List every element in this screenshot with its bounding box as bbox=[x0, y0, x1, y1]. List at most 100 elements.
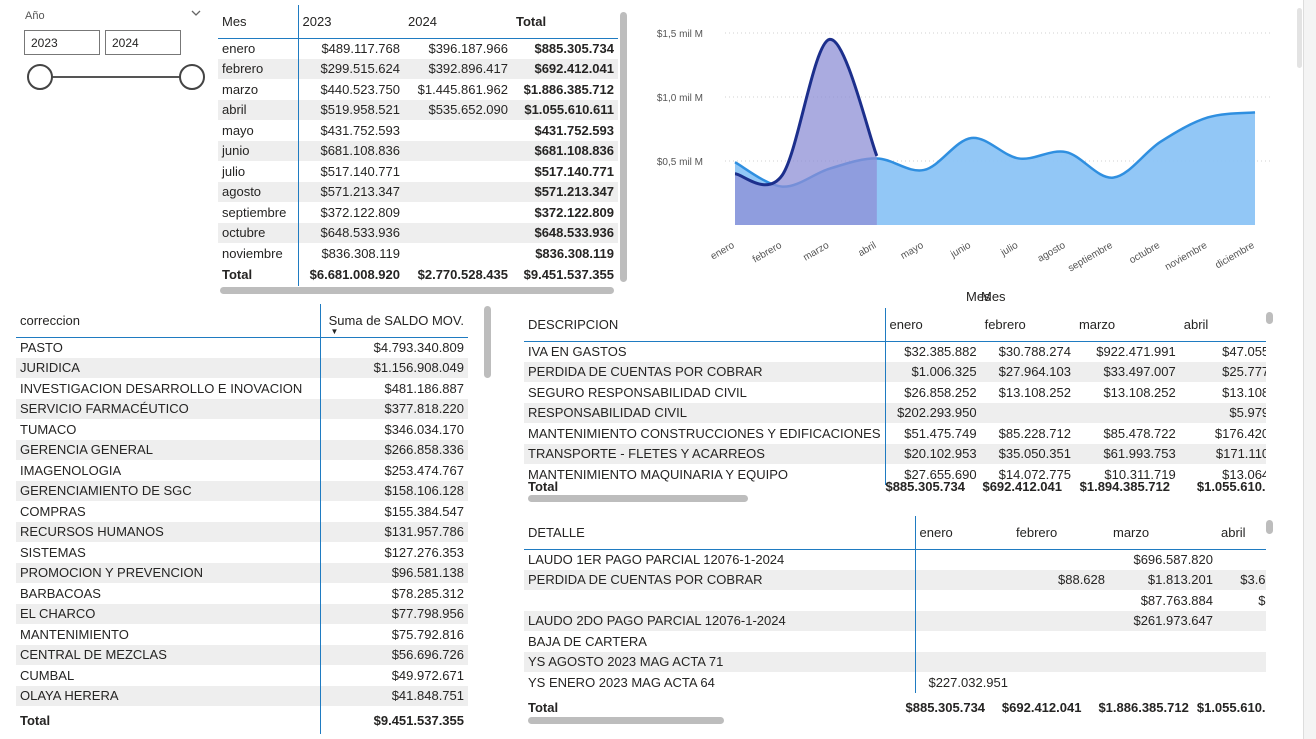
table-row[interactable]: COMPRAS $155.384.547 bbox=[16, 501, 468, 522]
row-total: $431.752.593 bbox=[534, 122, 614, 138]
month-table-h-scrollbar[interactable] bbox=[220, 287, 614, 294]
table-row[interactable]: BARBACOAS $78.285.312 bbox=[16, 583, 468, 604]
col-header-descripcion[interactable]: DESCRIPCION bbox=[524, 308, 886, 342]
row-cell: $176.420.9 bbox=[1214, 425, 1266, 441]
year-to-input[interactable]: 2024 bbox=[105, 30, 181, 55]
correccion-v-scrollbar[interactable] bbox=[484, 306, 491, 378]
row-correccion: MANTENIMIENTO bbox=[16, 624, 321, 645]
descripcion-v-scrollbar[interactable] bbox=[1266, 312, 1273, 324]
y-tick-label: $1,0 mil M bbox=[657, 93, 703, 104]
detalle-v-scrollbar[interactable] bbox=[1266, 520, 1273, 534]
table-row[interactable]: GERENCIA GENERAL $266.858.336 bbox=[16, 439, 468, 460]
col-header-2024[interactable]: 2024 bbox=[404, 5, 512, 39]
col-header-2023[interactable]: 2023 bbox=[298, 5, 404, 39]
table-row[interactable]: RESPONSABILIDAD CIVIL$202.293.950 $5.979.… bbox=[524, 402, 1266, 423]
table-row[interactable]: PROMOCION Y PREVENCION $96.581.138 bbox=[16, 562, 468, 583]
table-row[interactable]: RECURSOS HUMANOS $131.957.786 bbox=[16, 521, 468, 542]
slider-start-handle[interactable] bbox=[27, 64, 53, 90]
row-cell: $13.108.2 bbox=[1222, 384, 1266, 400]
detalle-h-scrollbar[interactable] bbox=[528, 717, 724, 724]
row-cell bbox=[915, 569, 1012, 590]
row-month: abril bbox=[218, 99, 299, 120]
row-cell: $87.763.884 bbox=[1140, 592, 1213, 608]
year-from-input[interactable]: 2023 bbox=[24, 30, 100, 55]
year-slider-track[interactable] bbox=[40, 76, 192, 78]
table-row[interactable]: MANTENIMIENTO $75.792.816 bbox=[16, 624, 468, 645]
table-row[interactable]: INVESTIGACION DESARROLLO E INOVACION $481… bbox=[16, 378, 468, 399]
col-header-marzo[interactable]: marzo bbox=[1074, 308, 1180, 342]
row-saldo: $56.696.726 bbox=[320, 644, 468, 665]
table-row[interactable]: junio $681.108.836 $681.108.836 bbox=[218, 140, 618, 161]
row-total: $571.213.347 bbox=[512, 181, 618, 202]
table-row[interactable]: PERDIDA DE CUENTAS POR COBRAR $88.628 $1.8… bbox=[524, 569, 1266, 590]
table-row[interactable]: YS ENERO 2023 MAG ACTA 64 $227.032.951 bbox=[524, 672, 1266, 693]
table-row[interactable]: enero $489.117.768 $396.187.966 $885.305.73… bbox=[218, 38, 618, 59]
table-row[interactable]: SEGURO RESPONSABILIDAD CIVIL $26.858.252 $… bbox=[524, 382, 1266, 403]
table-row[interactable]: noviembre $836.308.119 $836.308.119 bbox=[218, 243, 618, 264]
row-month: junio bbox=[218, 140, 299, 161]
col-header-abril[interactable]: abril bbox=[1217, 516, 1266, 550]
table-row[interactable]: MANTENIMIENTO CONSTRUCCIONES Y EDIFICACI… bbox=[524, 423, 1266, 444]
table-row[interactable]: $87.763.884 $16 bbox=[524, 590, 1266, 611]
table-row[interactable]: mayo $431.752.593 $431.752.593 bbox=[218, 120, 618, 141]
table-row[interactable]: julio $517.140.771 $517.140.771 bbox=[218, 161, 618, 182]
chart-scrollbar[interactable] bbox=[1297, 8, 1302, 68]
table-row[interactable]: BAJA DE CARTERA bbox=[524, 631, 1266, 652]
table-row[interactable]: septiembre $372.122.809 $372.122.809 bbox=[218, 202, 618, 223]
table-row[interactable]: LAUDO 1ER PAGO PARCIAL 12076-1-2024 $696.… bbox=[524, 549, 1266, 570]
descripcion-h-scrollbar[interactable] bbox=[528, 495, 748, 502]
sort-desc-icon[interactable]: ▼ bbox=[331, 327, 339, 336]
col-header-abril[interactable]: abril bbox=[1179, 308, 1266, 342]
total-cell: $692.412.041 bbox=[1001, 699, 1082, 715]
month-table-v-scrollbar[interactable] bbox=[620, 12, 627, 282]
table-row[interactable]: CUMBAL $49.972.671 bbox=[16, 665, 468, 686]
table-row[interactable]: marzo $440.523.750 $1.445.861.962 $1.886.38… bbox=[218, 79, 618, 100]
row-cell: $1.006.325 bbox=[885, 361, 981, 382]
slider-end-handle[interactable] bbox=[179, 64, 205, 90]
table-row[interactable]: IVA EN GASTOS $32.385.882 $30.788.274 $922.… bbox=[524, 341, 1266, 362]
table-row[interactable]: EL CHARCO $77.798.956 bbox=[16, 603, 468, 624]
table-row[interactable]: YS AGOSTO 2023 MAG ACTA 71 bbox=[524, 651, 1266, 672]
row-cell bbox=[1217, 631, 1266, 652]
table-row[interactable]: PERDIDA DE CUENTAS POR COBRAR $1.006.325 $… bbox=[524, 361, 1266, 382]
col-header-febrero[interactable]: febrero bbox=[980, 308, 1075, 342]
col-header-correccion[interactable]: correccion bbox=[16, 304, 321, 338]
row-cell: $3.632 bbox=[1217, 569, 1266, 590]
row-saldo: $41.848.751 bbox=[320, 685, 468, 706]
col-header-saldo[interactable]: Suma de SALDO MOV. ▼ bbox=[320, 304, 468, 338]
table-row[interactable]: OLAYA HERERA $41.848.751 bbox=[16, 685, 468, 706]
table-row[interactable]: LAUDO 2DO PAGO PARCIAL 12076-1-2024 $261.… bbox=[524, 610, 1266, 631]
table-row[interactable]: SISTEMAS $127.276.353 bbox=[16, 542, 468, 563]
table-row[interactable]: TRANSPORTE - FLETES Y ACARREOS $20.102.95… bbox=[524, 443, 1266, 464]
table-row[interactable]: GERENCIAMIENTO DE SGC $158.106.128 bbox=[16, 480, 468, 501]
table-row[interactable]: octubre $648.533.936 $648.533.936 bbox=[218, 222, 618, 243]
table-row[interactable]: SERVICIO FARMACÉUTICO $377.818.220 bbox=[16, 398, 468, 419]
col-header-enero[interactable]: enero bbox=[885, 308, 981, 342]
col-header-marzo[interactable]: marzo bbox=[1109, 516, 1217, 550]
row-correccion: BARBACOAS bbox=[16, 583, 321, 604]
col-header-mes[interactable]: Mes bbox=[218, 5, 299, 39]
row-cell: $27.964.103 bbox=[980, 361, 1075, 382]
row-2023: $517.140.771 bbox=[320, 163, 400, 179]
table-row[interactable]: febrero $299.515.624 $392.896.417 $692.412.… bbox=[218, 58, 618, 79]
col-header-enero[interactable]: enero bbox=[915, 516, 1012, 550]
row-correccion: GERENCIA GENERAL bbox=[16, 439, 321, 460]
row-total: $1.886.385.712 bbox=[523, 81, 614, 97]
table-row[interactable]: IMAGENOLOGIA $253.474.767 bbox=[16, 460, 468, 481]
table-row[interactable]: JURIDICA $1.156.908.049 bbox=[16, 357, 468, 378]
total-value: $9.451.537.355 bbox=[373, 712, 464, 728]
table-row[interactable]: PASTO $4.793.340.809 bbox=[16, 337, 468, 358]
row-cell bbox=[1109, 651, 1217, 672]
row-2023: $836.308.119 bbox=[321, 245, 400, 261]
table-row[interactable]: abril $519.958.521 $535.652.090 $1.055.610.… bbox=[218, 99, 618, 120]
table-row[interactable]: CENTRAL DE MEZCLAS $56.696.726 bbox=[16, 644, 468, 665]
table-row[interactable]: agosto $571.213.347 $571.213.347 bbox=[218, 181, 618, 202]
chevron-down-icon[interactable] bbox=[190, 8, 202, 21]
col-header-total[interactable]: Total bbox=[512, 5, 618, 39]
row-cell: $88.628 bbox=[1012, 569, 1109, 590]
row-2023: $431.752.593 bbox=[320, 122, 400, 138]
table-row[interactable]: TUMACO $346.034.170 bbox=[16, 419, 468, 440]
col-header-detalle[interactable]: DETALLE bbox=[524, 516, 916, 550]
page-scrollbar[interactable] bbox=[1303, 0, 1316, 739]
col-header-febrero[interactable]: febrero bbox=[1012, 516, 1109, 550]
